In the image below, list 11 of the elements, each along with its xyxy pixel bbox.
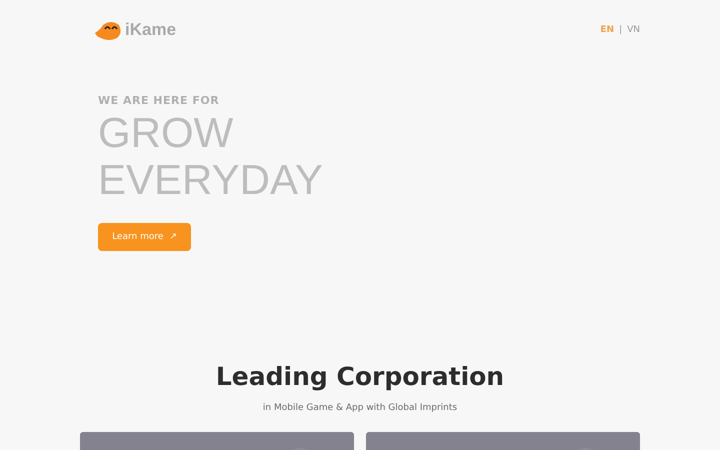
language-link[interactable]: VN: [627, 25, 640, 35]
learn-more-button[interactable]: Learn more ↗: [98, 223, 191, 251]
separator: |: [619, 25, 622, 35]
logo-icon: [93, 19, 123, 41]
language-link[interactable]: EN: [600, 25, 614, 35]
logo-text: iKame: [125, 20, 176, 40]
section-subtitle: in Mobile Game & App with Global Imprints: [262, 403, 458, 413]
section-title: Leading Corporation: [216, 362, 504, 391]
hero-headline: EVERYDAY: [98, 156, 324, 203]
hero-eyebrow: WE ARE HERE FOR: [98, 94, 220, 107]
hero-headline: GROW: [98, 109, 234, 156]
